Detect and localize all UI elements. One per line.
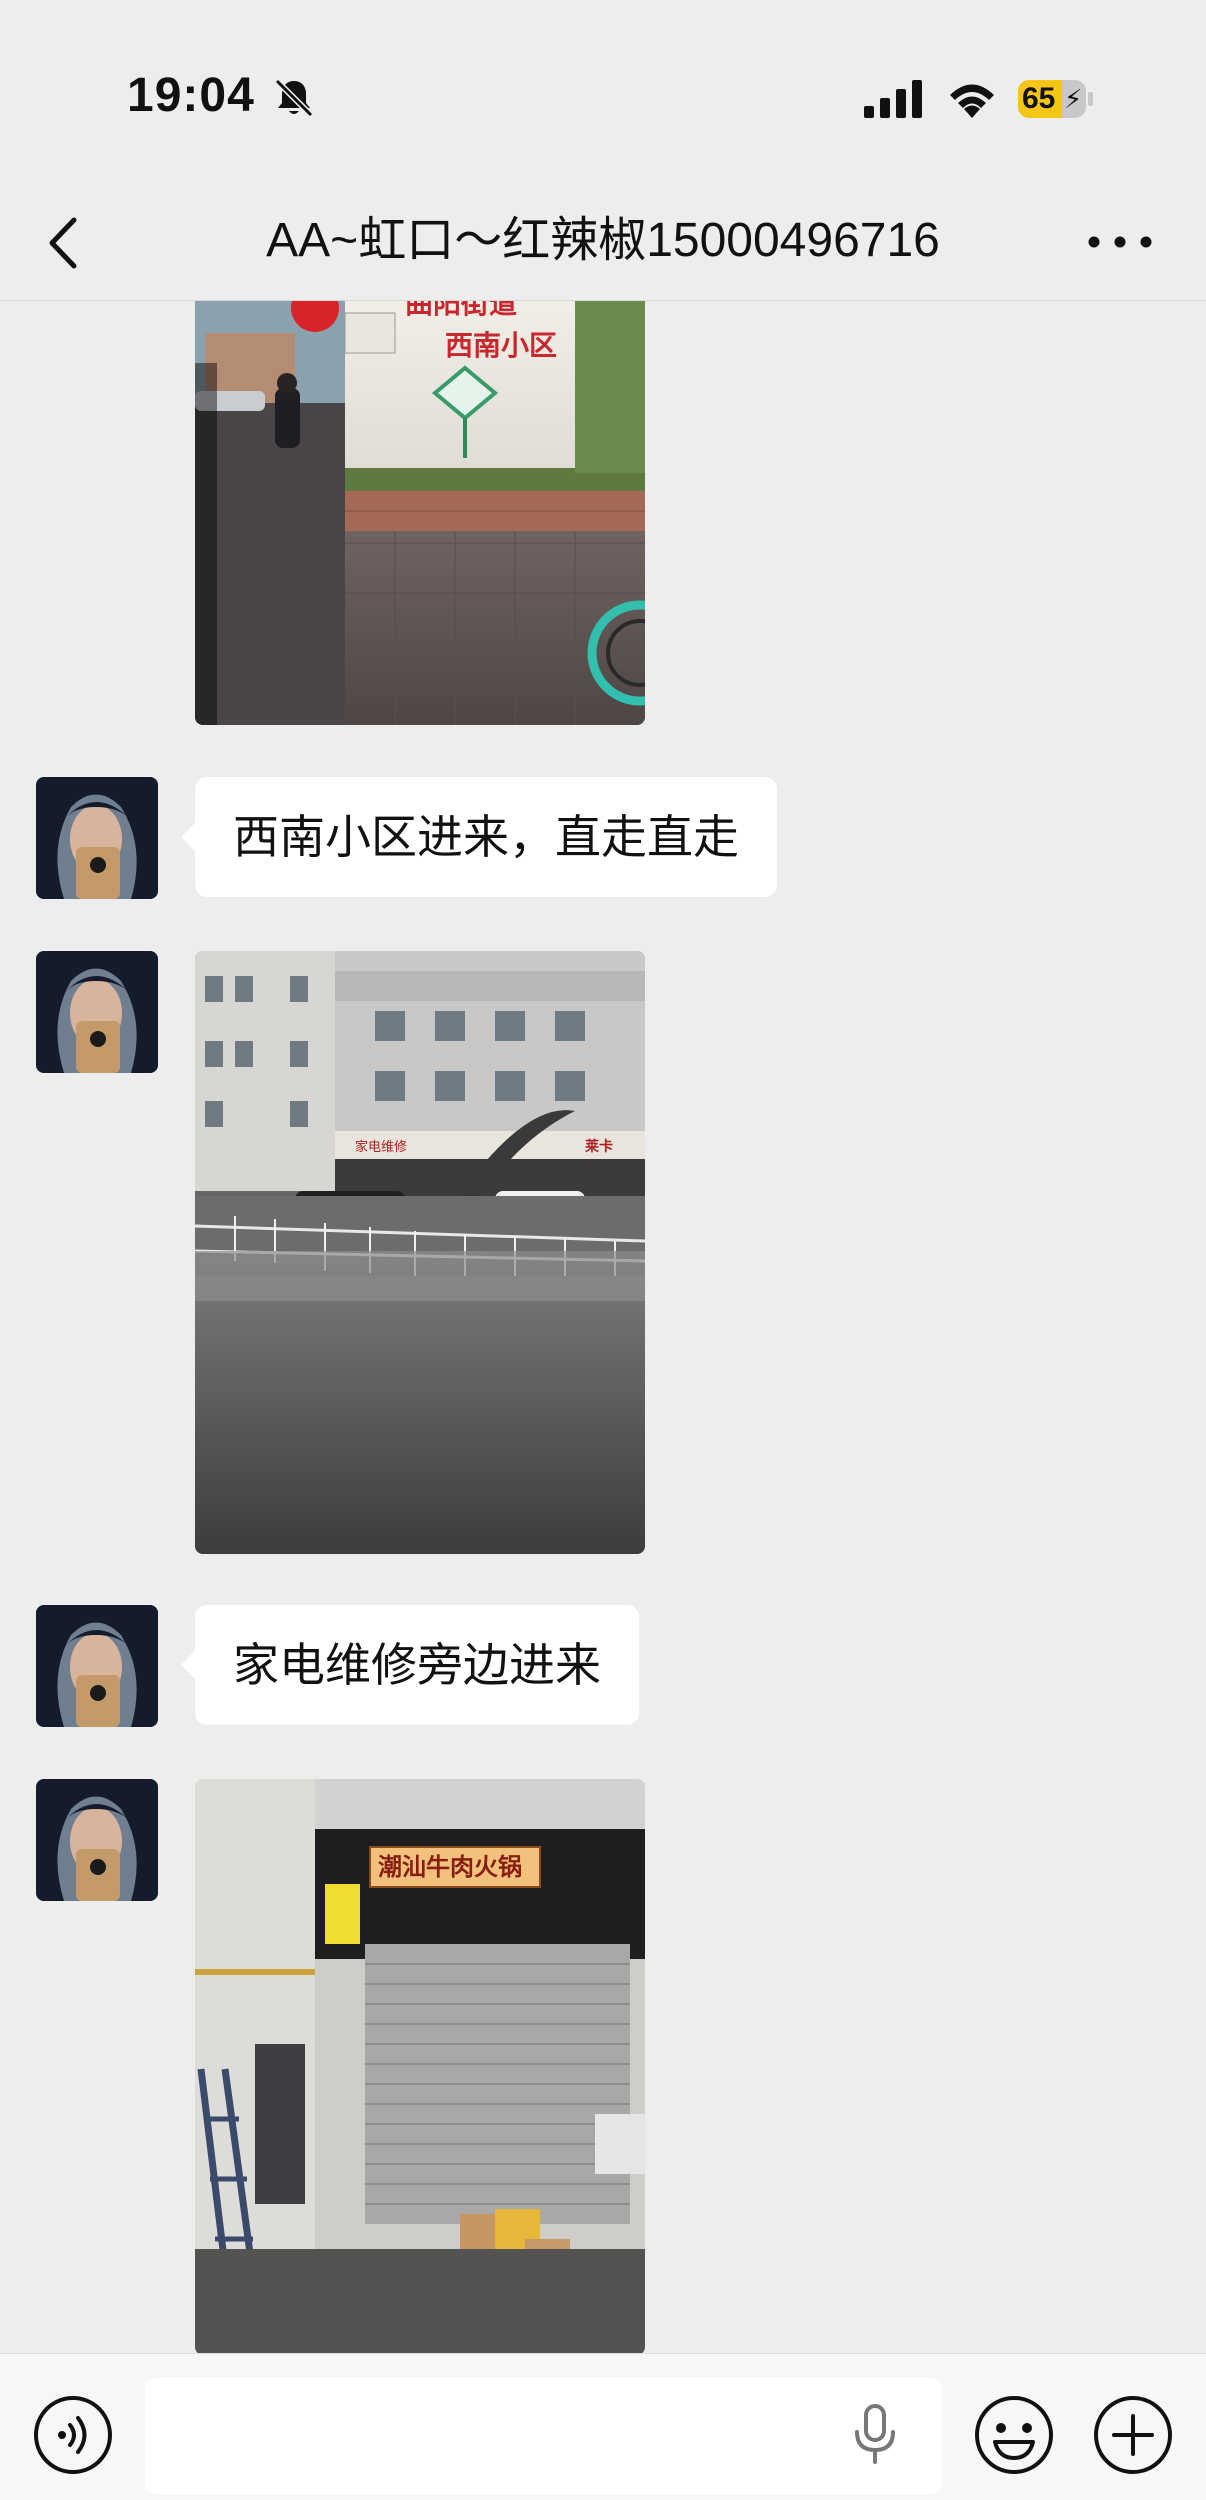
plus-icon[interactable]: [1092, 2394, 1174, 2476]
input-bar: [0, 2353, 1206, 2500]
avatar-image: [36, 777, 158, 899]
more-dots-icon[interactable]: [1080, 212, 1160, 272]
shop-front-photo: 潮汕牛肉火锅: [195, 1779, 645, 2353]
chevron-left-icon[interactable]: [40, 208, 90, 278]
text-message[interactable]: 家电维修旁边进来: [181, 1605, 639, 1725]
avatar-image: [36, 951, 158, 1073]
message-image[interactable]: 潮汕牛肉火锅: [195, 1779, 645, 2353]
avatar[interactable]: [36, 1605, 158, 1727]
wifi-icon: [950, 84, 994, 118]
signal-icon: [864, 80, 922, 118]
message-image[interactable]: 曲阳街道 西南小区: [195, 301, 645, 725]
street-corner-photo: 家电维修 莱卡: [195, 951, 645, 1554]
shop-sign-text: 潮汕牛肉火锅: [378, 1852, 522, 1881]
status-time: 19:04: [127, 69, 255, 122]
emoji-icon[interactable]: [973, 2394, 1055, 2476]
message-image[interactable]: 家电维修 莱卡: [195, 951, 645, 1554]
status-bar: 19:04 65 ⚡: [0, 0, 1206, 190]
chat-title: AA~虹口～红辣椒15000496716: [266, 214, 940, 267]
charging-bolt-icon: ⚡: [1064, 84, 1083, 114]
svg-text:莱卡: 莱卡: [585, 1138, 613, 1155]
avatar[interactable]: [36, 777, 158, 899]
street-sign-photo: 曲阳街道 西南小区: [195, 301, 645, 725]
battery-level: 65: [1022, 82, 1056, 115]
text-message[interactable]: 西南小区进来，直走直走: [181, 777, 777, 897]
avatar[interactable]: [36, 951, 158, 1073]
message-input[interactable]: [145, 2378, 941, 2494]
voice-icon[interactable]: [32, 2394, 114, 2476]
message-list[interactable]: 曲阳街道 西南小区 西南小区进来，直走直走 家电维修 莱卡 家电维修旁边进来 潮…: [0, 301, 1206, 2353]
avatar[interactable]: [36, 1779, 158, 1901]
svg-text:曲阳街道: 曲阳街道: [405, 301, 517, 320]
bell-slash-icon: [274, 78, 314, 118]
avatar-image: [36, 1779, 158, 1901]
svg-text:家电维修: 家电维修: [355, 1139, 407, 1155]
chat-screen: 19:04 65 ⚡ AA~虹口～红辣椒15000496716 曲阳街道 西南小…: [0, 0, 1206, 2500]
battery-icon: 65 ⚡: [1018, 80, 1094, 118]
avatar-image: [36, 1605, 158, 1727]
svg-text:西南小区: 西南小区: [445, 330, 557, 362]
nav-bar: AA~虹口～红辣椒15000496716: [0, 190, 1206, 300]
mic-icon[interactable]: [845, 2402, 905, 2466]
